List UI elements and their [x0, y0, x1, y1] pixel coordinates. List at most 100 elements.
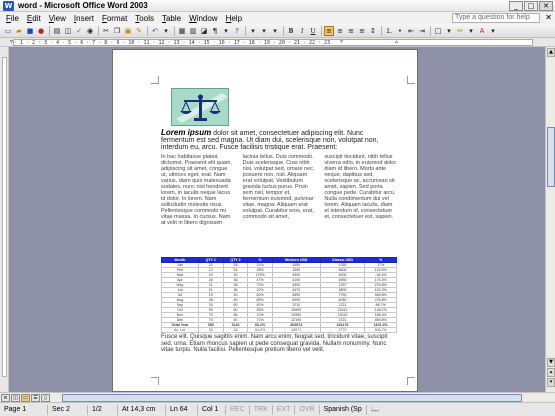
- status-bar: Page 1 Sec 2 1/2 At 14,3 cm Ln 64 Col 1 …: [0, 402, 555, 416]
- zoom-dropdown-icon[interactable]: ▾: [221, 26, 231, 36]
- justify-button[interactable]: ≡: [357, 26, 367, 36]
- show-hide-icon[interactable]: ¶: [210, 26, 220, 36]
- document-page[interactable]: Lorem ipsum dolor sit amet, consectetuer…: [112, 49, 418, 392]
- close-button[interactable]: ✕: [539, 1, 553, 11]
- close-document-icon[interactable]: ✕: [545, 13, 552, 22]
- toolbar-separator: [49, 25, 50, 36]
- new-document-icon[interactable]: ▭: [3, 26, 13, 36]
- align-left-button[interactable]: ≡: [324, 25, 334, 36]
- left-indent-marker-icon[interactable]: ▿: [10, 38, 13, 45]
- menu-insert[interactable]: Insert: [70, 14, 98, 23]
- status-ext[interactable]: EXT: [273, 404, 296, 415]
- copy-icon[interactable]: ❐: [112, 26, 122, 36]
- closing-paragraph[interactable]: Fusce elit. Quisque sagittis enim. Nam a…: [161, 334, 397, 354]
- column-2-text: lacinia tellus. Duis commodo. Duis scele…: [242, 154, 315, 220]
- underline-button[interactable]: U: [308, 26, 318, 36]
- numbering-icon[interactable]: ⒈: [384, 26, 394, 36]
- previous-page-icon[interactable]: ▴: [547, 368, 555, 377]
- research-icon[interactable]: ◉: [85, 26, 95, 36]
- normal-view-icon[interactable]: ≡: [1, 394, 10, 402]
- font-color-dropdown-icon[interactable]: ▾: [488, 26, 498, 36]
- insert-table-icon[interactable]: ▦: [177, 26, 187, 36]
- toolbar-separator: [98, 25, 99, 36]
- reading-layout-icon[interactable]: ▯: [41, 394, 50, 402]
- data-table[interactable]: Month QTY 1 QTY 2 % Western USD Classic …: [161, 257, 397, 333]
- scroll-up-icon[interactable]: ▲: [547, 48, 555, 57]
- menu-file[interactable]: File: [2, 14, 23, 23]
- cut-icon[interactable]: ✂: [101, 26, 111, 36]
- spelling-status-icon[interactable]: 📖: [367, 405, 384, 415]
- print-icon[interactable]: ▤: [52, 26, 62, 36]
- bullets-icon[interactable]: •: [395, 26, 405, 36]
- vertical-scroll-thumb[interactable]: [547, 127, 555, 187]
- permission-icon[interactable]: ●: [36, 26, 46, 36]
- vertical-ruler[interactable]: [0, 47, 9, 392]
- status-trk[interactable]: TRK: [250, 404, 273, 415]
- style-dropdown-icon[interactable]: ▾: [248, 26, 258, 36]
- menu-table[interactable]: Table: [158, 14, 185, 23]
- undo-dropdown-icon[interactable]: ▾: [161, 26, 171, 36]
- intro-paragraph[interactable]: Lorem ipsum dolor sit amet, consectetuer…: [161, 129, 397, 152]
- table-cell[interactable]: 84.2%: [247, 327, 273, 333]
- toolbar-separator: [147, 25, 148, 36]
- help-search-input[interactable]: Type a question for help: [452, 13, 540, 23]
- borders-dropdown-icon[interactable]: ▾: [444, 26, 454, 36]
- status-rec[interactable]: REC: [226, 404, 250, 415]
- ruler-ticks: · 1 · 2 · 3 · 4 · 5 · 6 · 7 · 8 · 9 · 10…: [13, 39, 533, 46]
- maximize-button[interactable]: □: [524, 1, 538, 11]
- paste-icon[interactable]: ▣: [123, 26, 133, 36]
- menu-window[interactable]: Window: [185, 14, 221, 23]
- horizontal-scrollbar[interactable]: ≡ ◫ ▭ ☰ ▯: [0, 392, 555, 402]
- three-column-section[interactable]: In hac habitasse platea dictumst. Praese…: [161, 154, 397, 226]
- vertical-scrollbar[interactable]: ▲ ▼ ▴ ▾: [545, 47, 555, 392]
- menu-format[interactable]: Format: [98, 14, 131, 23]
- right-indent-marker-icon[interactable]: ▵: [395, 38, 398, 45]
- table-cell[interactable]: 506.7%: [364, 327, 397, 333]
- minimize-button[interactable]: _: [509, 1, 523, 11]
- table-cell[interactable]: 2770: [319, 327, 366, 333]
- outline-view-icon[interactable]: ☰: [31, 394, 40, 402]
- table-cell[interactable]: Av. Ltd.: [161, 327, 199, 333]
- font-size-dropdown-icon[interactable]: ▾: [270, 26, 280, 36]
- table-cell[interactable]: 38: [222, 327, 249, 333]
- status-ovr[interactable]: OVR: [295, 404, 320, 415]
- web-layout-icon[interactable]: ◫: [11, 394, 20, 402]
- menu-help[interactable]: Help: [222, 14, 246, 23]
- borders-icon[interactable]: □: [433, 26, 443, 36]
- open-folder-icon[interactable]: ▰: [14, 26, 24, 36]
- highlight-icon[interactable]: ✏: [455, 26, 465, 36]
- help-icon[interactable]: ?: [232, 26, 242, 36]
- highlight-dropdown-icon[interactable]: ▾: [466, 26, 476, 36]
- menu-edit[interactable]: Edit: [23, 14, 45, 23]
- undo-icon[interactable]: ↶: [150, 26, 160, 36]
- table-cell[interactable]: 18971: [271, 327, 321, 333]
- print-layout-icon[interactable]: ▭: [21, 394, 30, 402]
- next-page-icon[interactable]: ▾: [547, 378, 555, 387]
- font-dropdown-icon[interactable]: ▾: [259, 26, 269, 36]
- format-painter-icon[interactable]: ✎: [134, 26, 144, 36]
- status-language[interactable]: Spanish (Sp: [320, 404, 367, 415]
- print-preview-icon[interactable]: ◫: [63, 26, 73, 36]
- align-center-button[interactable]: ≡: [335, 26, 345, 36]
- save-icon[interactable]: ■: [25, 26, 35, 36]
- scroll-down-icon[interactable]: ▼: [547, 358, 555, 367]
- bold-button[interactable]: B: [286, 26, 296, 36]
- horizontal-ruler[interactable]: · 1 · 2 · 3 · 4 · 5 · 6 · 7 · 8 · 9 · 10…: [0, 38, 555, 47]
- table-cell[interactable]: 30: [197, 327, 224, 333]
- spelling-icon[interactable]: ✓: [74, 26, 84, 36]
- drawing-icon[interactable]: ◪: [199, 26, 209, 36]
- tab-marker-icon[interactable]: ▿: [340, 38, 343, 45]
- align-right-button[interactable]: ≡: [346, 26, 356, 36]
- line-spacing-icon[interactable]: ↕: [368, 26, 378, 36]
- columns-icon[interactable]: ▥: [188, 26, 198, 36]
- italic-button[interactable]: I: [297, 26, 307, 36]
- column-3-text: suscipit tincidunt, nibh tellus viverra …: [324, 154, 397, 220]
- font-color-icon[interactable]: A: [477, 26, 487, 36]
- scales-of-justice-image[interactable]: [171, 88, 229, 126]
- menu-view[interactable]: View: [45, 14, 70, 23]
- increase-indent-icon[interactable]: ⇥: [417, 26, 427, 36]
- decrease-indent-icon[interactable]: ⇤: [406, 26, 416, 36]
- document-canvas[interactable]: Lorem ipsum dolor sit amet, consectetuer…: [9, 47, 545, 392]
- horizontal-scroll-thumb[interactable]: [62, 394, 522, 402]
- menu-tools[interactable]: Tools: [131, 14, 158, 23]
